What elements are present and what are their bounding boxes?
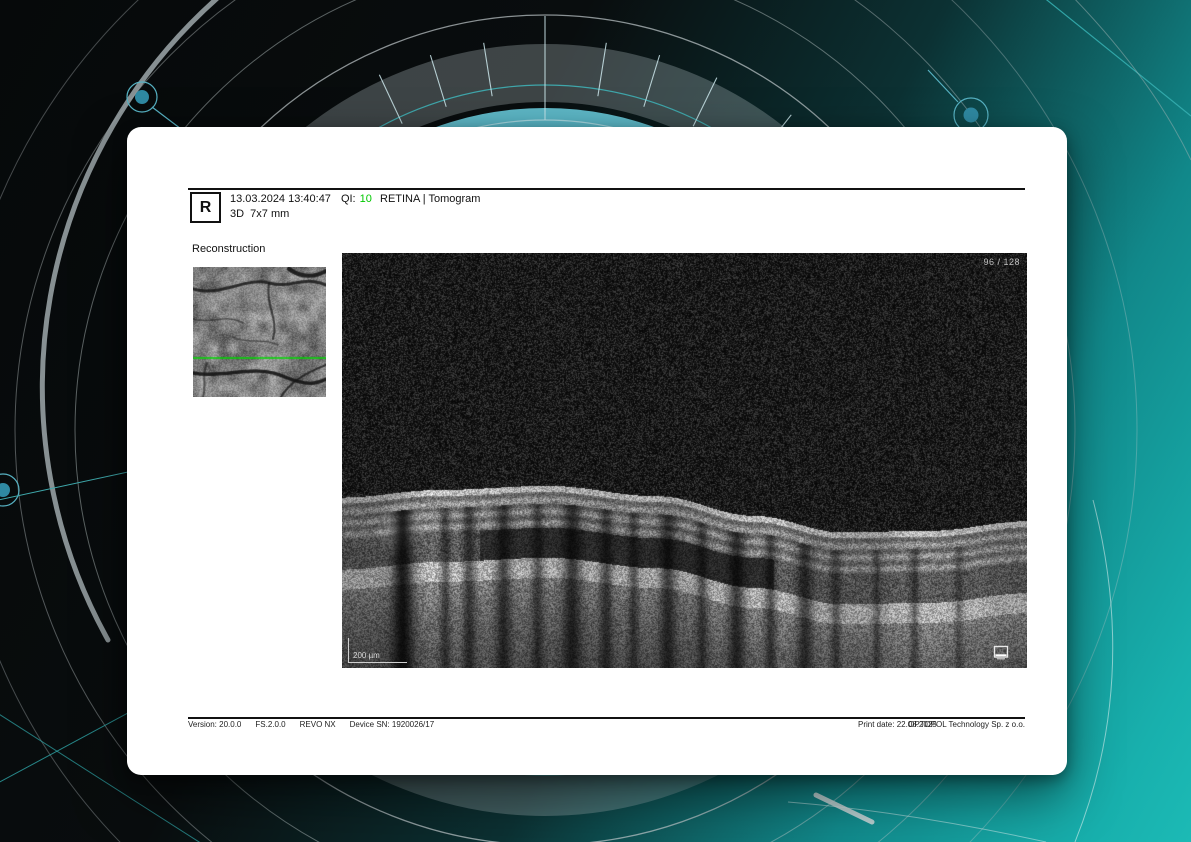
footer-firmware: FS.2.0.0	[255, 720, 285, 729]
report-page: R 13.03.2024 13:40:47 QI: 10 RETINA | Tomo…	[127, 127, 1067, 775]
footer-rule	[188, 717, 1025, 719]
reconstruction-image	[193, 267, 326, 397]
footer-version: Version: 20.0.0	[188, 720, 241, 729]
footer-device-info: Version: 20.0.0 FS.2.0.0 REVO NX Device SN:…	[188, 720, 448, 729]
display-icon	[993, 645, 1011, 660]
exam-datetime: 13.03.2024 13:40:47	[230, 193, 331, 205]
scale-bar-label: 200 µm	[353, 651, 380, 660]
header-rule	[188, 188, 1025, 190]
laterality-badge: R	[190, 192, 221, 223]
footer-device-model: REVO NX	[300, 720, 336, 729]
oct-bscan-canvas	[342, 253, 1027, 668]
tomogram-section: 96 / 128 200 µm	[342, 253, 1027, 668]
frame-counter: 96 / 128	[983, 257, 1020, 267]
header-line1: 13.03.2024 13:40:47 QI: 10	[230, 193, 372, 205]
qi-value: 10	[360, 193, 372, 205]
scale-bar: 200 µm	[348, 638, 407, 663]
qi-label: QI:	[341, 193, 356, 205]
bullseye-marker-top-right	[928, 70, 988, 132]
reconstruction-label: Reconstruction	[192, 243, 265, 255]
footer-company: OPTOPOL Technology Sp. z o.o.	[908, 720, 1025, 729]
report-footer: Version: 20.0.0 FS.2.0.0 REVO NX Device SN:…	[127, 720, 1067, 740]
bullseye-marker-left	[0, 472, 128, 506]
footer-device-serial: Device SN: 1920026/17	[350, 720, 435, 729]
laterality-letter: R	[200, 199, 212, 217]
scan-program: 3D 7x7 mm	[230, 208, 289, 220]
exam-type: RETINA | Tomogram	[380, 193, 480, 205]
